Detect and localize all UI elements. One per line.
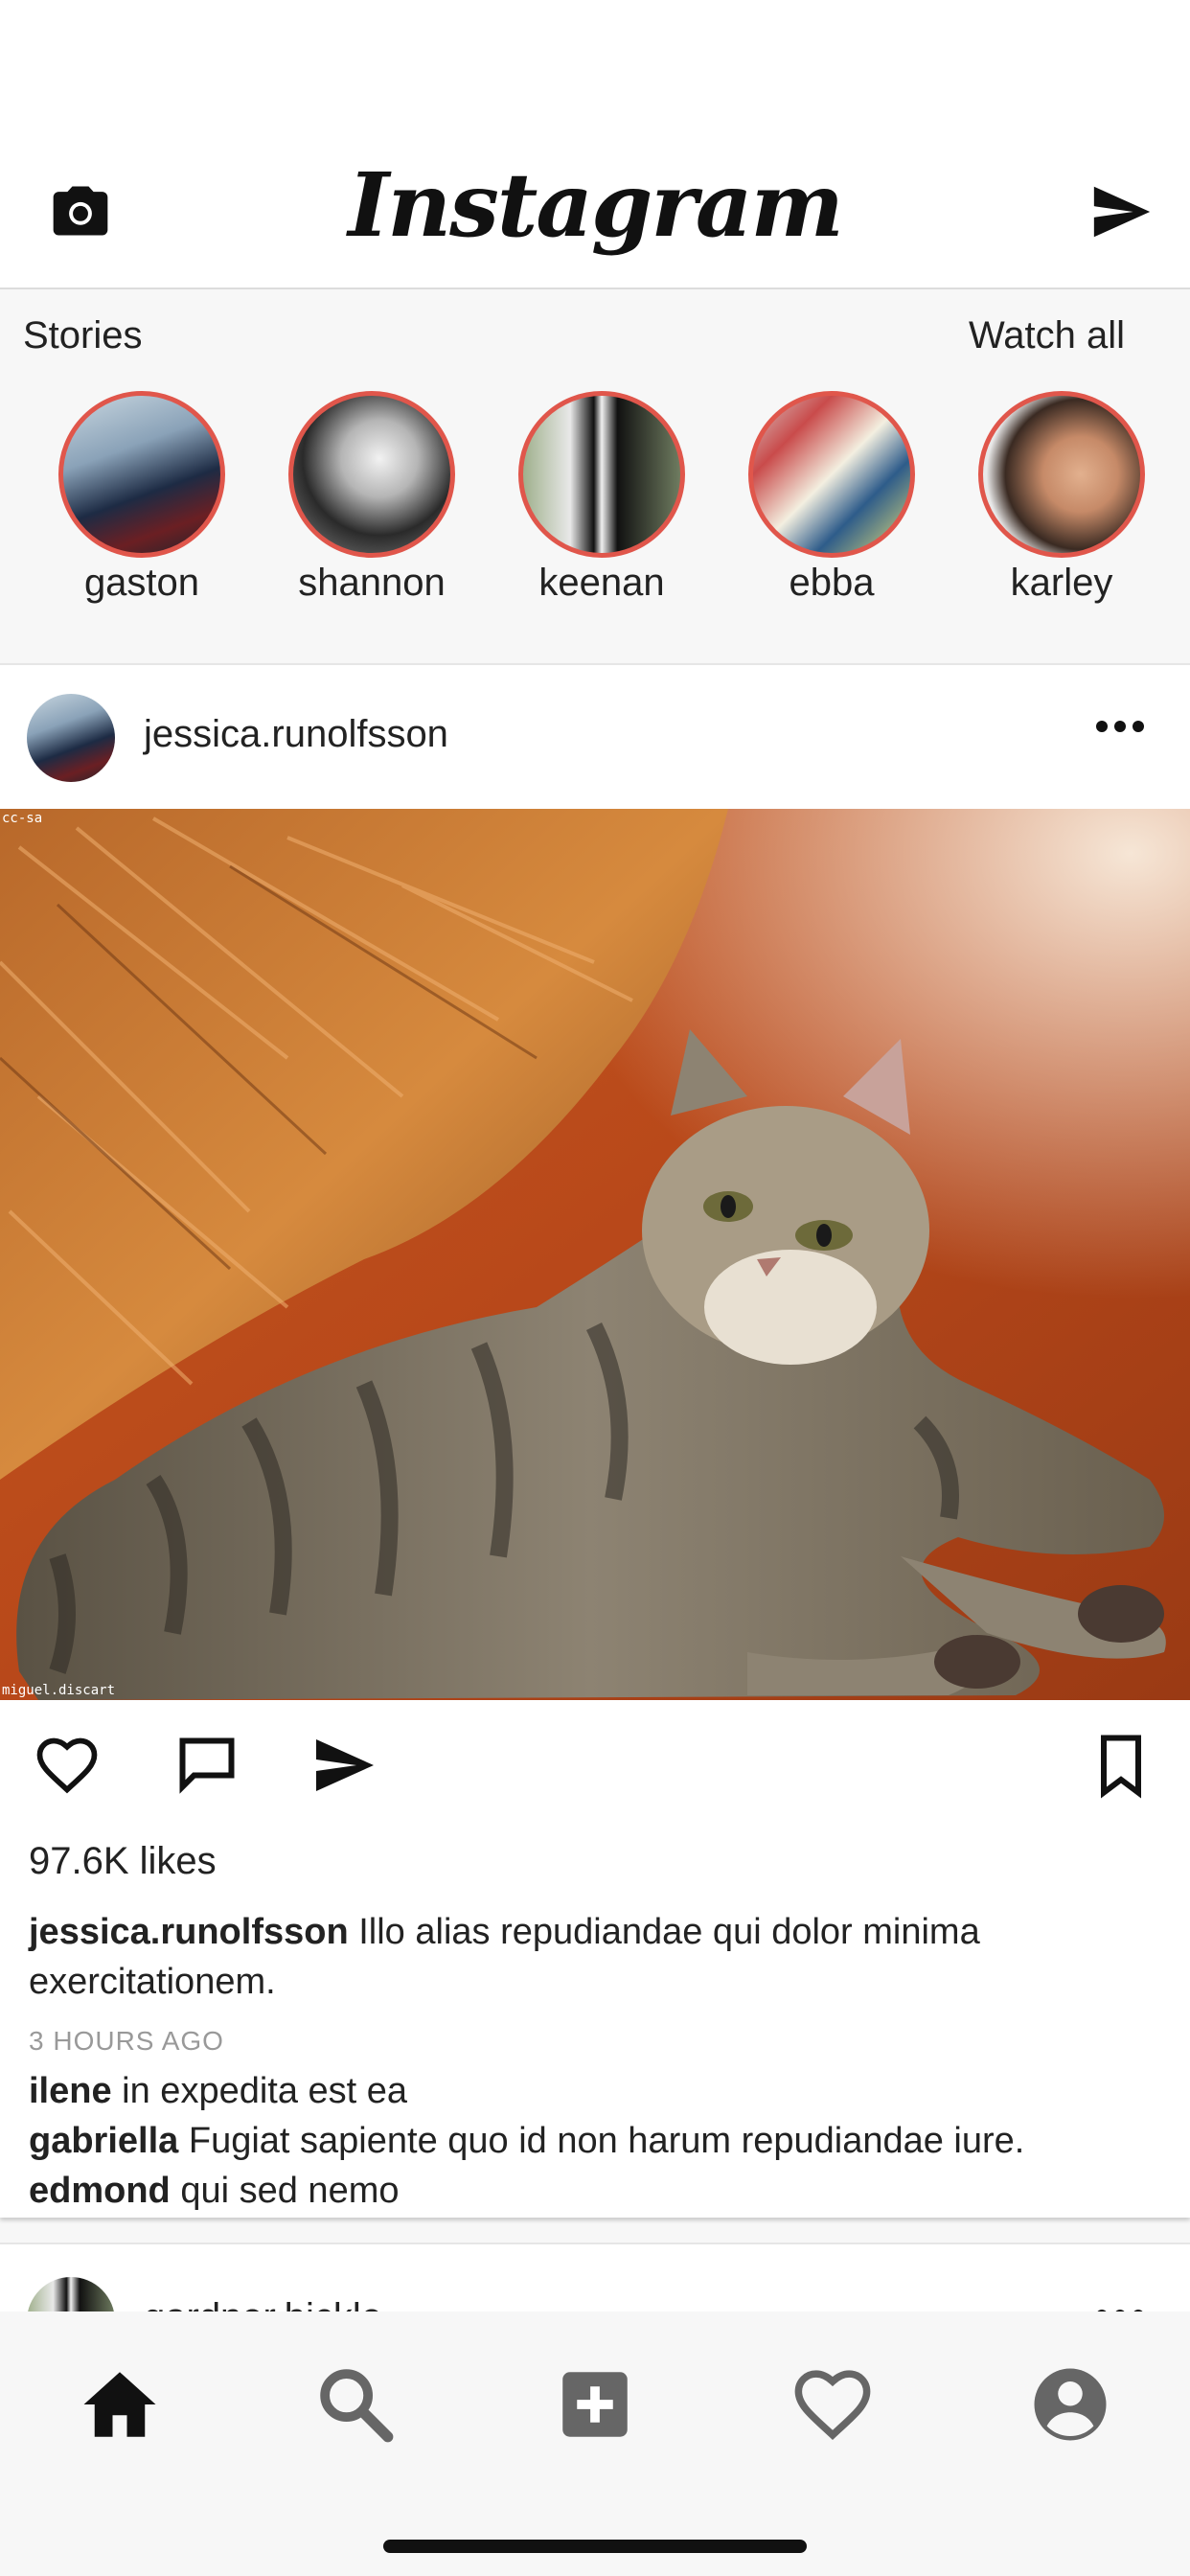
feed-post: jessica.runolfsson cc-sa miguel.discart … [0,663,1190,2218]
post-caption: jessica.runolfsson Illo alias repudianda… [29,1907,1159,2007]
watch-all-link[interactable]: Watch all [969,314,1125,357]
story-avatar [288,391,455,558]
post-avatar[interactable] [27,694,115,782]
story-name: ebba [789,562,875,604]
share-send-icon[interactable] [310,1731,379,1800]
comment-row: ilene in expedita est ea [29,2066,1159,2116]
comment-text: in expedita est ea [122,2071,408,2111]
profile-icon[interactable] [1027,2361,1113,2448]
story-name: shannon [298,562,446,604]
more-options-icon[interactable] [1094,715,1146,738]
post-actions [0,1731,1190,1807]
comment-username[interactable]: ilene [29,2071,112,2111]
status-bar [0,0,1190,144]
story-avatar [518,391,685,558]
story-name: karley [1010,562,1113,604]
likes-count[interactable]: 97.6K likes [29,1840,217,1883]
home-indicator [383,2540,807,2553]
story-name: gaston [83,562,200,604]
story-name: keenan [538,562,665,604]
comment-row: gabriella Fugiat sapiente quo id non har… [29,2116,1159,2166]
like-heart-icon[interactable] [33,1731,102,1800]
story-avatar [748,391,915,558]
post-image[interactable]: cc-sa miguel.discart [0,809,1190,1700]
post-header: jessica.runolfsson [0,665,1190,809]
stories-title: Stories [23,314,143,356]
home-icon[interactable] [77,2361,163,2448]
add-icon[interactable] [552,2361,638,2448]
story-item[interactable]: ebba [717,391,947,605]
search-icon[interactable] [312,2361,399,2448]
send-icon[interactable] [1088,178,1156,245]
stories-section: Stories Watch all gaston shannon keenan … [0,289,1190,663]
top-bar: Instagram [0,144,1190,289]
cat-photo [0,809,1190,1700]
comment-text: Fugiat sapiente quo id non harum repudia… [188,2121,1025,2161]
image-watermark-bottom: miguel.discart [2,1683,116,1698]
caption-username[interactable]: jessica.runolfsson [29,1912,349,1952]
post-timestamp: 3 HOURS AGO [29,2026,224,2056]
story-avatar [978,391,1145,558]
story-item[interactable]: keenan [487,391,717,605]
comment-username[interactable]: edmond [29,2171,171,2211]
heart-icon[interactable] [790,2361,876,2448]
bookmark-icon[interactable] [1087,1731,1156,1800]
comment-row: edmond qui sed nemo [29,2166,1159,2216]
bottom-tab-bar [0,2312,1190,2576]
story-item[interactable]: karley [947,391,1177,605]
comment-text: qui sed nemo [180,2171,400,2211]
comment-username[interactable]: gabriella [29,2121,178,2161]
image-watermark-top: cc-sa [2,811,43,826]
post-username[interactable]: jessica.runolfsson [144,713,448,756]
story-item[interactable]: gaston [27,391,257,605]
comment-icon[interactable] [172,1731,241,1800]
story-item[interactable]: shannon [257,391,487,605]
story-avatar [58,391,225,558]
app-logo: Instagram [348,153,844,257]
